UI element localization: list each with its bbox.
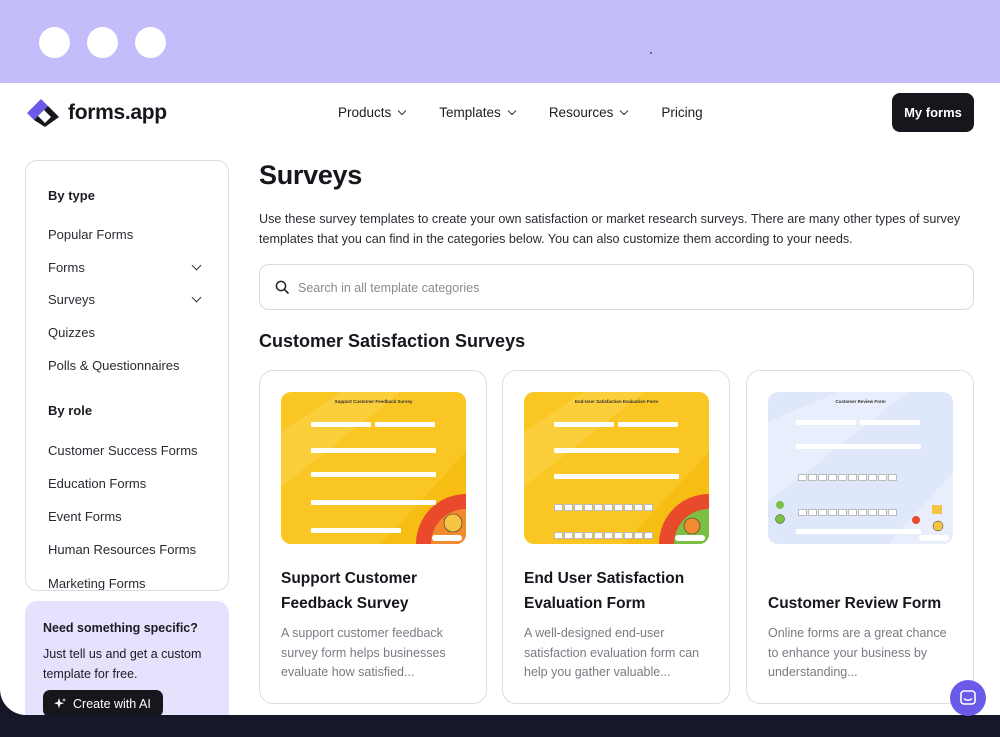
nav-label: Products: [338, 105, 392, 120]
thumbnail-decoration: [768, 392, 953, 544]
card-description: A support customer feedback survey form …: [281, 626, 446, 680]
thumbnail-field: [796, 444, 921, 449]
template-thumbnail: Support Customer Feedback Survey: [281, 392, 466, 544]
chevron-down-icon: [398, 106, 407, 115]
thumbnail-field: [375, 422, 435, 427]
sidebar-item-surveys[interactable]: Surveys: [48, 292, 95, 307]
ai-promo-box: Need something specific? Just tell us an…: [25, 601, 229, 715]
sidebar-heading-by-role: By role: [48, 403, 93, 418]
thumbnail-field: [554, 474, 679, 479]
template-card[interactable]: End-User Satisfaction Evaluation Form En…: [502, 370, 730, 704]
nav-label: Pricing: [661, 105, 703, 120]
sidebar-item-human-resources[interactable]: Human Resources Forms: [48, 542, 196, 557]
thumbnail-field: [311, 500, 436, 505]
thumbnail-badge: [675, 535, 705, 541]
thumbnail-decoration: [524, 392, 709, 544]
nav-pricing[interactable]: Pricing: [661, 105, 702, 120]
nav-label: Resources: [548, 105, 614, 120]
sidebar-item-customer-success[interactable]: Customer Success Forms: [48, 443, 198, 458]
sidebar-item-forms[interactable]: Forms: [48, 260, 85, 275]
thumbnail-field: [311, 472, 436, 477]
window-dot: [39, 27, 70, 58]
frame-speck: [650, 52, 652, 54]
search-input[interactable]: [298, 275, 948, 301]
nav-templates[interactable]: Templates: [439, 105, 517, 120]
window-dot: [135, 27, 166, 58]
sidebar-item-quizzes[interactable]: Quizzes: [48, 325, 95, 340]
thumbnail-field: [796, 529, 921, 534]
category-sidebar: By type Popular Forms Forms Surveys Quiz…: [25, 160, 229, 591]
promo-title: Need something specific?: [43, 621, 198, 635]
chat-icon: [960, 690, 976, 705]
page-viewport: forms.app Products Templates Resources P…: [0, 83, 1000, 715]
logo-text: forms.app: [68, 101, 167, 124]
thumbnail-field: [311, 448, 436, 453]
chevron-down-icon: [620, 106, 629, 115]
nav-label: Templates: [439, 105, 501, 120]
nav-products[interactable]: Products: [338, 105, 407, 120]
template-thumbnail: Customer Review Form: [768, 392, 953, 544]
thumbnail-heading: Customer Review Form: [835, 399, 886, 404]
page-title: Surveys: [259, 160, 362, 190]
sidebar-item-education[interactable]: Education Forms: [48, 476, 146, 491]
sidebar-item-polls[interactable]: Polls & Questionnaires: [48, 358, 180, 373]
nav-resources[interactable]: Resources: [548, 105, 629, 120]
sidebar-item-event[interactable]: Event Forms: [48, 509, 122, 524]
my-forms-button[interactable]: My forms: [892, 93, 974, 132]
template-thumbnail: End-User Satisfaction Evaluation Form: [524, 392, 709, 544]
sidebar-item-marketing[interactable]: Marketing Forms: [48, 576, 146, 590]
forms-app-logo-icon: [27, 99, 59, 127]
browser-frame: [0, 0, 1000, 83]
card-description: A well-designed end-user satisfaction ev…: [524, 626, 700, 680]
search-icon: [275, 280, 289, 294]
thumbnail-field: [860, 420, 920, 425]
thumbnail-rating-scale: [554, 532, 653, 539]
page-intro: Use these survey templates to create you…: [259, 212, 961, 246]
section-title: Customer Satisfaction Surveys: [259, 331, 526, 351]
thumbnail-badge: [919, 535, 949, 541]
sidebar-item-popular-forms[interactable]: Popular Forms: [48, 227, 133, 242]
thumbnail-field: [554, 422, 614, 427]
thumbnail-field: [311, 528, 401, 533]
sidebar-heading-by-type: By type: [48, 188, 95, 203]
template-search-box[interactable]: [259, 264, 974, 310]
thumbnail-field: [554, 448, 679, 453]
thumbnail-field: [796, 420, 856, 425]
chevron-down-icon[interactable]: [191, 260, 202, 271]
chevron-down-icon: [507, 106, 517, 115]
thumbnail-heading: Support Customer Feedback Survey: [334, 399, 413, 404]
thumbnail-badge: [432, 535, 462, 541]
thumbnail-decoration: [281, 392, 466, 544]
thumbnail-heading: End-User Satisfaction Evaluation Form: [574, 399, 659, 404]
card-title: Support Customer Feedback Survey: [281, 570, 418, 612]
template-card[interactable]: Support Customer Feedback Survey Support…: [259, 370, 487, 704]
promo-text: Just tell us and get a custom template f…: [43, 647, 202, 681]
create-with-ai-button[interactable]: Create with AI: [43, 690, 163, 715]
chat-support-button[interactable]: [950, 680, 986, 716]
window-dot: [87, 27, 118, 58]
sparkle-icon: [54, 697, 66, 708]
thumbnail-rating-scale: [554, 504, 653, 511]
thumbnail-rating-scale: [798, 474, 897, 481]
thumbnail-field: [618, 422, 678, 427]
logo[interactable]: forms.app: [25, 97, 167, 129]
card-title: Customer Review Form: [768, 595, 942, 612]
card-description: Online forms are a great chance to enhan…: [768, 626, 947, 680]
thumbnail-field: [311, 422, 371, 427]
card-title: End User Satisfaction Evaluation Form: [524, 570, 685, 612]
create-with-ai-label: Create with AI: [73, 696, 151, 711]
main-nav: Products Templates Resources Pricing: [338, 105, 737, 120]
chevron-down-icon[interactable]: [191, 292, 202, 303]
thumbnail-rating-scale: [798, 509, 897, 516]
template-card[interactable]: Customer Review Form Customer Review For…: [746, 370, 974, 704]
